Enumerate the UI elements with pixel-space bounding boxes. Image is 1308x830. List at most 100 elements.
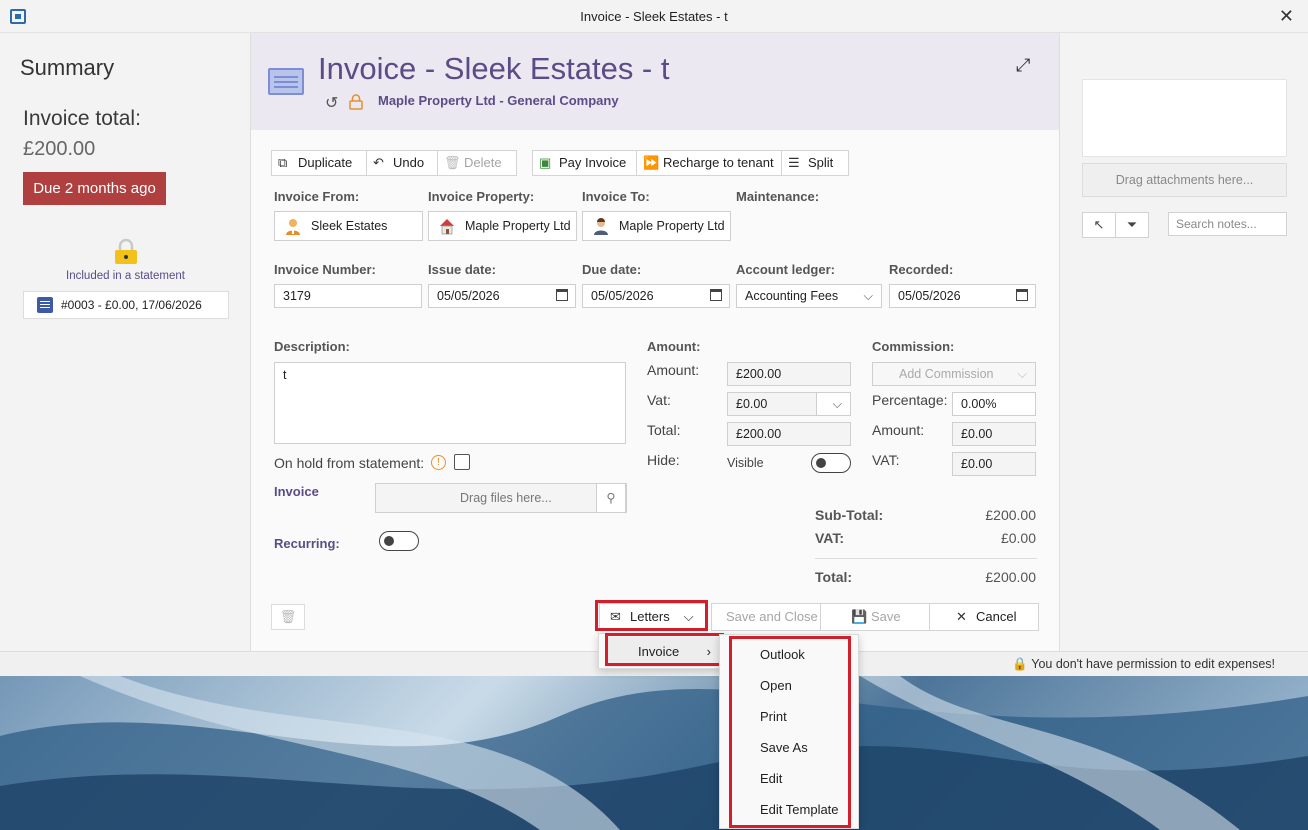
hide-toggle[interactable] [811,453,851,473]
on-hold-label: On hold from statement: [274,455,425,471]
statement-icon [37,297,53,313]
chevron-down-icon: ⌵ [832,397,842,411]
on-hold-checkbox[interactable] [454,454,470,470]
padlock-icon [349,94,363,110]
summary-pane: Summary Invoice total: £200.00 Due 2 mon… [0,33,251,651]
chevron-down-icon: ⌵ [1017,367,1027,381]
close-icon[interactable]: ✕ [1279,6,1294,27]
percentage-input[interactable]: 0.00% [952,392,1036,416]
filter-icon[interactable]: ⏷ [1115,212,1149,238]
lock-icon [115,238,137,264]
issue-date-label: Issue date: [428,262,496,277]
invoice-number-input[interactable]: 3179 [274,284,422,308]
vat-label: Vat: [647,392,671,408]
save-and-close-button[interactable]: Save and Close [711,603,821,631]
commission-vat-input[interactable]: £0.00 [952,452,1036,476]
chevron-down-icon: ⌵ [863,289,873,303]
subtotal-label: Sub-Total: [815,507,884,523]
commission-amount-label: Amount: [872,422,925,438]
account-ledger-label: Account ledger: [736,262,835,277]
invoice-to-field[interactable]: Maple Property Ltd [582,211,731,241]
recharge-button[interactable]: ⏩ Recharge to tenant [636,150,782,176]
delete-button[interactable]: 🗑 Delete [437,150,517,176]
desktop-wallpaper [0,676,1308,830]
description-textarea[interactable]: t [274,362,626,444]
total-input[interactable]: £200.00 [727,422,851,446]
percentage-label: Percentage: [872,392,948,408]
maintenance-label: Maintenance: [736,189,820,204]
padlock-icon: 🔒 [1012,657,1028,671]
list-icon: ☰ [788,155,800,170]
copy-icon: ⧉ [278,155,288,170]
search-icon[interactable]: ⚲ [596,483,626,513]
close-icon: ✕ [956,609,967,624]
amount-heading: Amount: [647,339,701,354]
recurring-label: Recurring: [274,536,340,551]
issue-date-input[interactable]: 05/05/2026 [428,284,576,308]
split-button[interactable]: ☰ Split [781,150,849,176]
trash-icon[interactable]: 🗑 [271,604,305,630]
add-commission-select[interactable]: Add Commission ⌵ [872,362,1036,386]
statement-link[interactable]: #0003 - £0.00, 17/06/2026 [23,291,229,319]
vat-input[interactable]: £0.00 [727,392,817,416]
invoice-attachment-label: Invoice [274,484,319,499]
statement-text: #0003 - £0.00, 17/06/2026 [61,298,202,312]
invoice-total-value: £200.00 [23,138,96,160]
invoice-from-field[interactable]: Sleek Estates [274,211,423,241]
invoice-from-label: Invoice From: [274,189,360,204]
search-notes-input[interactable]: Search notes... [1168,212,1287,236]
undo-button[interactable]: ↶ Undo [366,150,438,176]
amount-label: Amount: [647,362,700,378]
invoice-total-label: Invoice total: [23,107,141,130]
cancel-button[interactable]: ✕ Cancel [929,603,1039,631]
expand-icon[interactable]: ⤢ [1016,55,1030,76]
summary-heading: Summary [20,55,115,80]
history-icon[interactable]: ↺ [325,93,338,113]
invoice-document-icon [268,68,304,95]
invoice-number-label: Invoice Number: [274,262,376,277]
subtotal-value: £200.00 [985,507,1036,523]
calendar-icon[interactable] [556,289,568,301]
title-bar: Invoice - Sleek Estates - t ✕ [0,0,1308,33]
arrow-up-left-icon[interactable]: ↖ [1082,212,1116,238]
save-button[interactable]: 💾 Save [820,603,930,631]
house-icon [440,219,454,235]
statement-label: Included in a statement [66,270,185,282]
due-badge: Due 2 months ago [23,172,166,205]
grand-total-label: Total: [815,569,853,585]
hide-label: Hide: [647,452,680,468]
commission-amount-input[interactable]: £0.00 [952,422,1036,446]
invoice-dropzone[interactable]: Drag files here... ⚲ [375,483,627,513]
attachment-dropzone[interactable]: Drag attachments here... [1082,163,1287,197]
attachment-preview [1082,79,1287,157]
due-date-label: Due date: [582,262,642,277]
total-label: Total: [647,422,681,438]
invoice-to-label: Invoice To: [582,189,650,204]
account-ledger-select[interactable]: Accounting Fees ⌵ [736,284,882,308]
info-icon[interactable]: ! [431,455,446,470]
hide-value: Visible [727,456,764,470]
floppy-icon: 💾 [851,609,868,624]
recorded-label: Recorded: [889,262,954,277]
totals-divider [815,558,1037,559]
pay-invoice-button[interactable]: ▣ Pay Invoice [532,150,637,176]
recorded-date-input[interactable]: 05/05/2026 [889,284,1036,308]
fast-forward-icon: ⏩ [643,155,660,170]
company-link[interactable]: Maple Property Ltd - General Company [378,93,619,108]
amount-input[interactable]: £200.00 [727,362,851,386]
totals-vat-value: £0.00 [1000,530,1036,546]
window-title: Invoice - Sleek Estates - t [580,9,728,24]
recurring-toggle[interactable] [379,531,419,551]
vat-dropdown[interactable]: ⌵ [816,392,851,416]
person-icon [286,219,300,235]
due-date-input[interactable]: 05/05/2026 [582,284,730,308]
invoice-property-field[interactable]: Maple Property Ltd [428,211,577,241]
calendar-icon[interactable] [1016,289,1028,301]
invoice-property-label: Invoice Property: [428,189,535,204]
commission-vat-label: VAT: [872,452,900,468]
calendar-icon[interactable] [710,289,722,301]
undo-icon: ↶ [373,155,384,170]
page-title: Invoice - Sleek Estates - t [318,51,670,86]
person-icon [594,218,608,235]
duplicate-button[interactable]: ⧉ Duplicate [271,150,367,176]
